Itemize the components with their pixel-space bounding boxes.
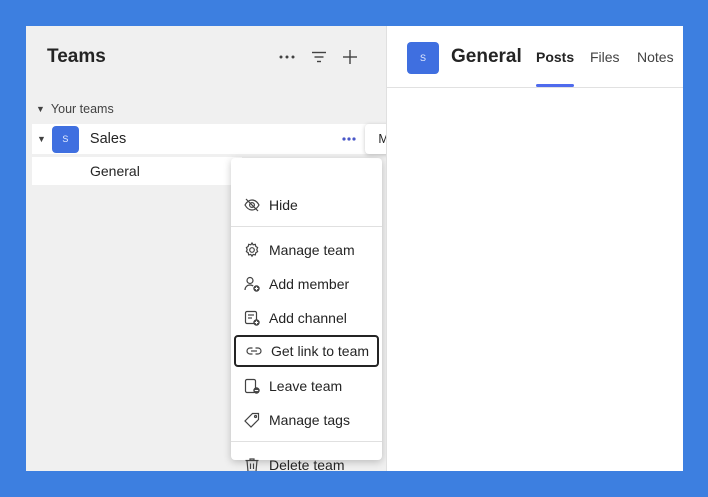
menu-item-label: Add channel bbox=[269, 310, 347, 326]
menu-item-add-channel[interactable]: Add channel bbox=[234, 302, 379, 334]
gear-icon bbox=[243, 241, 261, 259]
channel-header: S General Posts Files Notes bbox=[387, 26, 683, 88]
channel-row-general[interactable]: General bbox=[32, 157, 242, 185]
channel-pane: S General Posts Files Notes bbox=[387, 26, 683, 471]
team-context-menu: Hide Manage team Add member Add channel bbox=[231, 158, 382, 471]
channel-title: General bbox=[451, 46, 522, 67]
teams-pane: Teams ▼ Your teams ▼ S Sales General Hid… bbox=[26, 26, 464, 471]
menu-item-get-link[interactable]: Get link to team bbox=[234, 335, 379, 367]
menu-item-label: Leave team bbox=[269, 378, 343, 394]
section-label: Your teams bbox=[50, 102, 114, 116]
more-options-icon[interactable] bbox=[337, 127, 361, 151]
menu-item-hide[interactable]: Hide bbox=[234, 189, 379, 221]
tab-posts[interactable]: Posts bbox=[536, 49, 574, 65]
menu-item-label: Get link to team bbox=[271, 343, 370, 359]
add-icon[interactable] bbox=[338, 45, 362, 69]
channel-team-avatar: S bbox=[407, 42, 439, 74]
menu-item-manage-team[interactable]: Manage team bbox=[234, 234, 379, 266]
caret-down-icon[interactable]: ▼ bbox=[37, 134, 46, 144]
filter-icon[interactable] bbox=[307, 45, 331, 69]
menu-item-label: Delete team bbox=[269, 457, 345, 471]
menu-divider bbox=[231, 441, 382, 442]
tab-files[interactable]: Files bbox=[590, 49, 620, 65]
pane-title: Teams bbox=[47, 46, 106, 67]
menu-item-label: Hide bbox=[269, 197, 298, 213]
channel-name: General bbox=[90, 163, 140, 179]
tab-notes[interactable]: Notes bbox=[637, 49, 674, 65]
team-name: Sales bbox=[89, 131, 127, 147]
teams-window: Teams ▼ Your teams ▼ S Sales General Hid… bbox=[26, 26, 683, 471]
menu-item-manage-tags[interactable]: Manage tags bbox=[234, 404, 379, 436]
menu-item-add-member[interactable]: Add member bbox=[234, 268, 379, 300]
tag-icon bbox=[243, 411, 261, 429]
menu-item-leave-team[interactable]: Leave team bbox=[234, 370, 379, 402]
active-tab-indicator bbox=[536, 84, 574, 87]
menu-divider bbox=[231, 226, 382, 227]
team-row-sales[interactable]: ▼ S Sales bbox=[32, 124, 376, 154]
menu-item-label: Add member bbox=[269, 276, 350, 292]
menu-item-label: Manage tags bbox=[269, 412, 350, 428]
eye-off-icon bbox=[243, 196, 261, 214]
add-person-icon bbox=[243, 275, 261, 293]
link-icon bbox=[245, 342, 263, 360]
menu-item-label: Manage team bbox=[269, 242, 355, 258]
team-avatar: S bbox=[51, 125, 79, 153]
trash-icon bbox=[243, 456, 261, 471]
more-icon[interactable] bbox=[275, 45, 299, 69]
menu-item-delete-team[interactable]: Delete team bbox=[234, 449, 379, 471]
caret-down-icon: ▼ bbox=[36, 104, 45, 114]
your-teams-section[interactable]: ▼ Your teams bbox=[36, 102, 114, 116]
leave-icon bbox=[243, 377, 261, 395]
add-channel-icon bbox=[243, 309, 261, 327]
